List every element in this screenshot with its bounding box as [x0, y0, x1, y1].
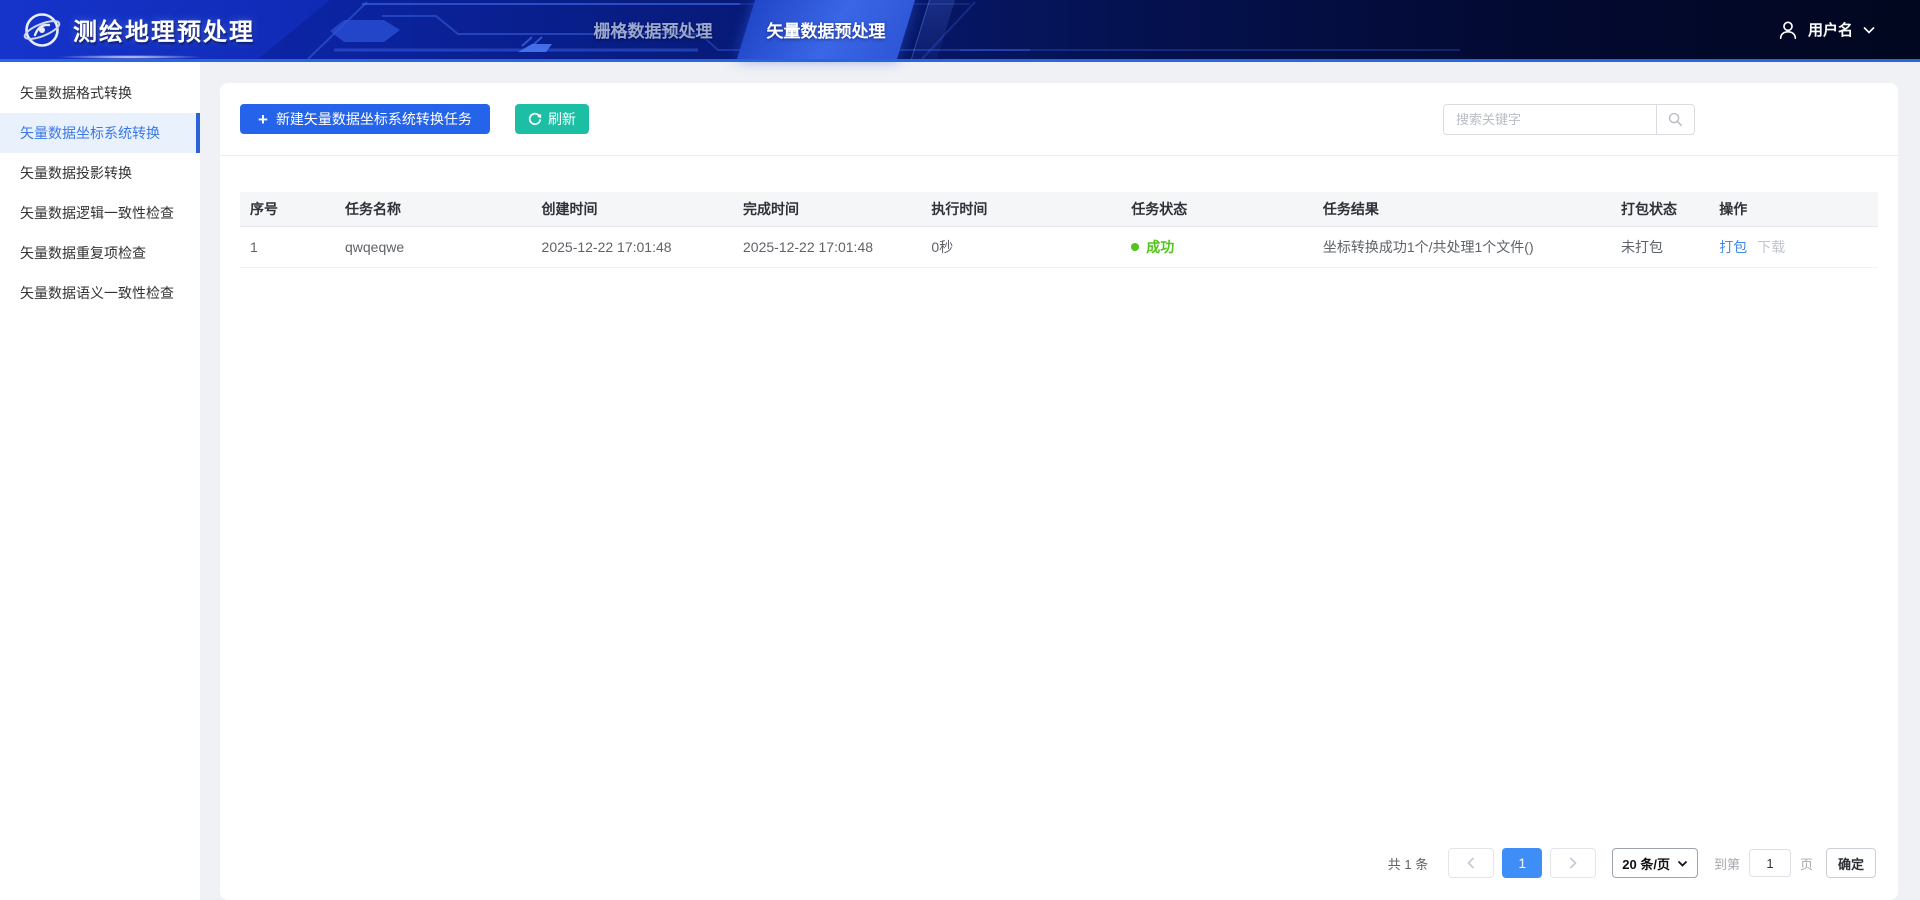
- user-menu[interactable]: 用户名: [1777, 0, 1876, 59]
- sidebar-item-duplicate-check[interactable]: 矢量数据重复项检查: [0, 233, 200, 273]
- content-panel: + 新建矢量数据坐标系统转换任务 刷新 搜索关键字 序号 任务名称 创建时间 完…: [220, 83, 1898, 900]
- plus-icon: +: [258, 109, 268, 129]
- cell-status: 成功: [1121, 226, 1313, 268]
- user-icon: [1779, 20, 1797, 39]
- tab-accent-stripe: [910, 0, 956, 59]
- search-icon: [1668, 112, 1683, 126]
- goto-page-group: 到第 页: [1714, 849, 1813, 877]
- app-header: 测绘地理预处理 栅格数据预处理 矢量数据预处理 用户名: [0, 0, 1920, 62]
- table-row: 1 qwqeqwe 2025-12-22 17:01:48 2025-12-22…: [240, 226, 1878, 268]
- cell-finished-time: 2025-12-22 17:01:48: [733, 226, 922, 268]
- page-1-button[interactable]: 1: [1502, 848, 1543, 878]
- col-actions: 操作: [1709, 192, 1878, 227]
- prev-page-button[interactable]: [1448, 848, 1495, 878]
- header-tabs: 栅格数据预处理 矢量数据预处理: [560, 0, 956, 59]
- col-task-name: 任务名称: [335, 192, 532, 227]
- cell-index: 1: [240, 226, 335, 268]
- refresh-button[interactable]: 刷新: [514, 104, 589, 134]
- page-size-select[interactable]: 20 条/页: [1612, 848, 1698, 878]
- chevron-right-icon: [1570, 857, 1577, 869]
- cell-actions: 打包 下载: [1709, 226, 1878, 268]
- search-box: [1443, 103, 1695, 135]
- sidebar-item-format-conversion[interactable]: 矢量数据格式转换: [0, 73, 200, 113]
- main-area: + 新建矢量数据坐标系统转换任务 刷新 搜索关键字 序号 任务名称 创建时间 完…: [200, 62, 1920, 900]
- package-link[interactable]: 打包: [1719, 239, 1747, 255]
- tab-vector-preprocessing[interactable]: 矢量数据预处理: [736, 0, 916, 59]
- search-input[interactable]: [1444, 104, 1656, 134]
- cell-package-status: 未打包: [1610, 226, 1710, 268]
- task-table: 序号 任务名称 创建时间 完成时间 执行时间 任务状态 任务结果 打包状态 操作…: [240, 192, 1878, 268]
- cell-task-name: qwqeqwe: [335, 226, 532, 268]
- confirm-button[interactable]: 确定: [1825, 848, 1876, 878]
- pagination: 共 1 条 1 20 条/页 到第 页: [220, 848, 1898, 900]
- sidebar-item-projection-conversion[interactable]: 矢量数据投影转换: [0, 153, 200, 193]
- status-success-label: 成功: [1146, 238, 1175, 255]
- col-created-time: 创建时间: [531, 192, 734, 227]
- goto-prefix-label: 到第: [1713, 856, 1740, 872]
- sidebar-item-coordinate-system-conversion[interactable]: 矢量数据坐标系统转换: [0, 113, 200, 153]
- chevron-down-icon: [1863, 26, 1875, 34]
- refresh-icon: [528, 112, 542, 126]
- chevron-left-icon: [1467, 857, 1475, 869]
- search-button[interactable]: [1656, 104, 1694, 134]
- username-label: 用户名: [1807, 22, 1853, 39]
- select-chevron-icon: [1677, 860, 1688, 867]
- total-count-label: 共 1 条: [1387, 856, 1429, 872]
- app-title: 测绘地理预处理: [73, 19, 255, 46]
- col-index: 序号: [240, 192, 335, 227]
- cell-result: 坐标转换成功1个/共处理1个文件(): [1312, 226, 1611, 268]
- status-success-dot: [1131, 242, 1140, 251]
- col-result: 任务结果: [1312, 192, 1611, 227]
- task-table-wrap: 序号 任务名称 创建时间 完成时间 执行时间 任务状态 任务结果 打包状态 操作…: [220, 192, 1898, 268]
- download-link[interactable]: 下载: [1757, 239, 1785, 255]
- goto-page-input[interactable]: [1748, 849, 1791, 877]
- sidebar-item-logic-consistency-check[interactable]: 矢量数据逻辑一致性检查: [0, 193, 200, 233]
- col-finished-time: 完成时间: [733, 192, 922, 227]
- table-header-row: 序号 任务名称 创建时间 完成时间 执行时间 任务状态 任务结果 打包状态 操作: [240, 192, 1878, 227]
- cell-duration: 0秒: [921, 226, 1122, 268]
- new-task-button[interactable]: + 新建矢量数据坐标系统转换任务: [240, 104, 490, 134]
- col-duration: 执行时间: [921, 192, 1122, 227]
- cell-created-time: 2025-12-22 17:01:48: [531, 226, 734, 268]
- logo: 测绘地理预处理: [22, 0, 255, 59]
- sidebar-item-semantic-consistency-check[interactable]: 矢量数据语义一致性检查: [0, 273, 200, 313]
- next-page-button[interactable]: [1550, 848, 1597, 878]
- logo-icon: [23, 12, 61, 47]
- toolbar: + 新建矢量数据坐标系统转换任务 刷新: [220, 83, 1898, 156]
- sidebar: 矢量数据格式转换 矢量数据坐标系统转换 矢量数据投影转换 矢量数据逻辑一致性检查…: [0, 62, 200, 900]
- col-package-status: 打包状态: [1610, 192, 1710, 227]
- col-status: 任务状态: [1121, 192, 1313, 227]
- goto-suffix-label: 页: [1799, 856, 1813, 872]
- tab-raster-preprocessing[interactable]: 栅格数据预处理: [560, 0, 746, 59]
